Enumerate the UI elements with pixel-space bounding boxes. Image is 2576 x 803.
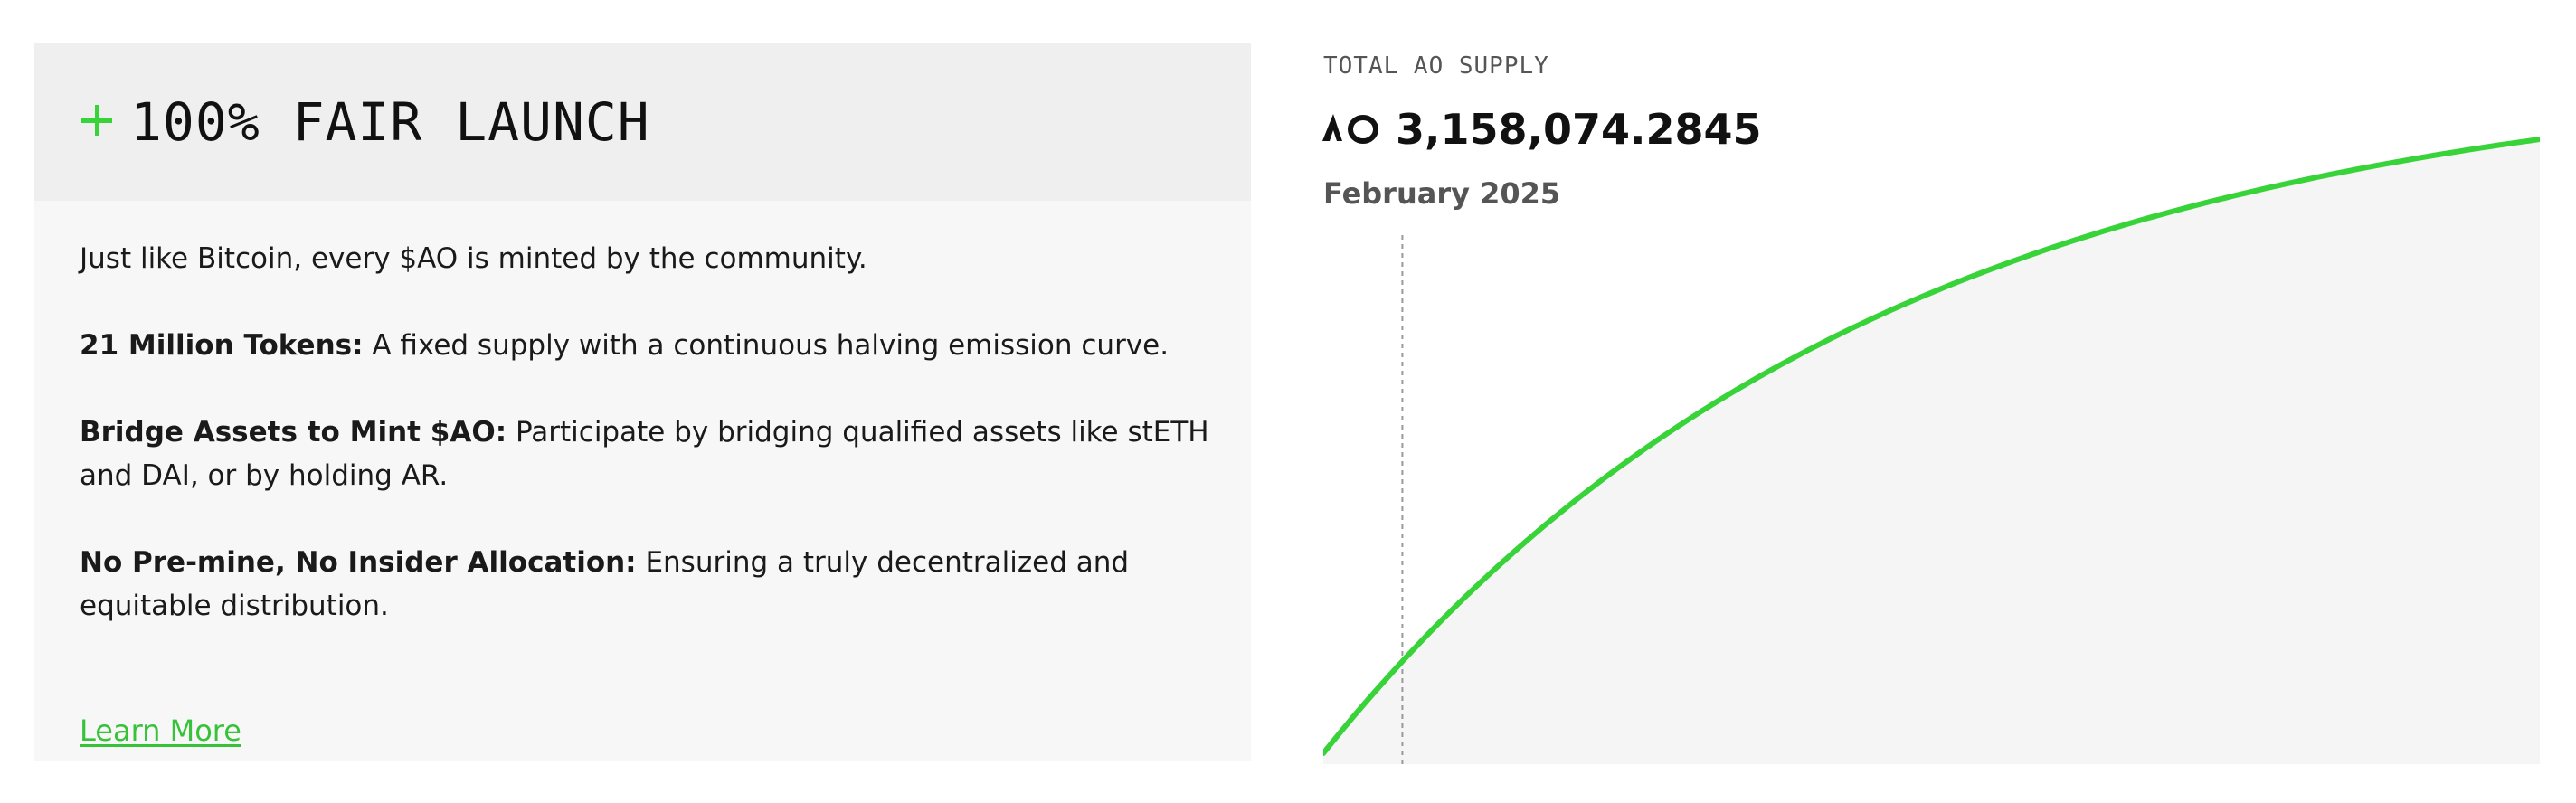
point-supply: 21 Million Tokens: A fixed supply with a… bbox=[80, 324, 1219, 367]
supply-chart bbox=[1323, 137, 2540, 764]
point-supply-title: 21 Million Tokens: bbox=[80, 329, 364, 362]
learn-more-link[interactable]: Learn More bbox=[80, 713, 242, 749]
point-bridge: Bridge Assets to Mint $AO: Participate b… bbox=[80, 411, 1219, 497]
supply-area-fill bbox=[1323, 139, 2540, 764]
ao-logo-icon bbox=[1322, 114, 1378, 144]
intro-text: Just like Bitcoin, every $AO is minted b… bbox=[80, 242, 867, 275]
card-body: Just like Bitcoin, every $AO is minted b… bbox=[80, 237, 1219, 671]
point-no-premine: No Pre-mine, No Insider Allocation: Ensu… bbox=[80, 541, 1219, 628]
supply-value: 3,158,074.2845 bbox=[1396, 105, 1762, 154]
fair-launch-card: 100% FAIR LAUNCH Just like Bitcoin, ever… bbox=[34, 43, 1251, 761]
point-supply-text: A fixed supply with a continuous halving… bbox=[363, 329, 1170, 362]
point-no-premine-title: No Pre-mine, No Insider Allocation: bbox=[80, 546, 637, 579]
point-bridge-title: Bridge Assets to Mint $AO: bbox=[80, 416, 507, 449]
card-header: 100% FAIR LAUNCH bbox=[34, 43, 1251, 201]
supply-date: February 2025 bbox=[1323, 176, 1561, 211]
card-title: 100% FAIR LAUNCH bbox=[130, 91, 650, 153]
supply-label: TOTAL AO SUPPLY bbox=[1323, 52, 1549, 80]
plus-icon bbox=[81, 105, 112, 136]
